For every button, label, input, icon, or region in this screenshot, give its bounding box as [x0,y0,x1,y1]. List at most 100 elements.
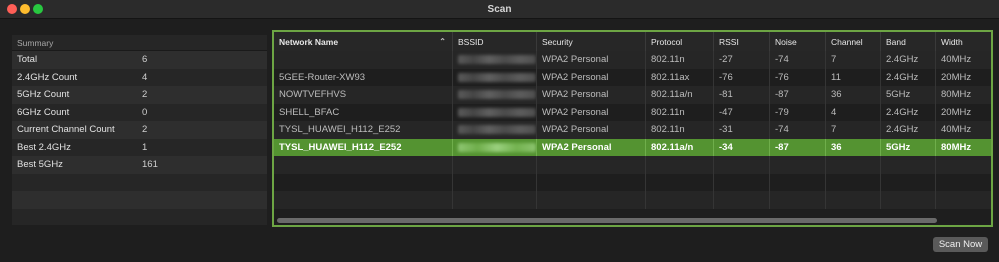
table-row-empty [274,191,991,209]
cell-rssi: -31 [714,121,770,139]
cell-protocol: 802.11n [646,51,714,69]
cell-channel [826,191,881,209]
column-header-security[interactable]: Security [537,32,646,52]
cell-network-name [274,156,453,174]
cell-protocol [646,173,714,191]
summary-label: Current Channel Count [17,124,115,135]
cell-bssid [453,138,537,156]
table-row[interactable]: TYSL_HUAWEI_H112_E252 WPA2 Personal 802.11… [274,121,991,139]
cell-security [537,191,646,209]
column-header-network-name[interactable]: Network Name ⌃ [274,32,453,52]
cell-noise [770,173,826,191]
summary-row-empty [12,209,267,227]
summary-label: Best 2.4GHz [17,141,71,153]
cell-protocol: 802.11n [646,121,714,139]
cell-rssi [714,173,770,191]
redacted-bssid [458,72,536,82]
cell-rssi [714,156,770,174]
summary-panel: Summary Total 6 2.4GHz Count 4 5GHz Coun… [12,35,267,225]
table-header: Network Name ⌃ BSSID Security Protocol R… [274,32,991,52]
cell-band: 5GHz [881,138,936,156]
cell-network-name: TYSL_HUAWEI_H112_E252 [274,138,453,156]
cell-network-name: NOWTVEFHVS [274,86,453,104]
cell-channel: 11 [826,68,881,86]
summary-value: 6 [142,54,148,65]
cell-bssid [453,121,537,139]
cell-security [537,173,646,191]
cell-rssi: -34 [714,138,770,156]
cell-channel [826,156,881,174]
table-row[interactable]: SHELL_BFAC WPA2 Personal 802.11n -47 -79 4 2.4… [274,103,991,121]
column-header-band[interactable]: Band [881,32,936,52]
cell-channel: 7 [826,51,881,69]
window-title: Scan [487,4,512,15]
summary-header: Summary [12,35,267,51]
table-row[interactable]: 5GEE-Router-XW93 WPA2 Personal 802.11ax -76… [274,68,991,87]
cell-security: WPA2 Personal [537,51,646,69]
redacted-bssid [458,55,536,64]
cell-noise [770,191,826,209]
column-header-bssid[interactable]: BSSID [453,32,537,52]
summary-label: 5GHz Count [17,89,70,100]
summary-label: Best 5GHz [17,159,63,170]
summary-row: 5GHz Count 2 [12,86,267,104]
column-header-channel[interactable]: Channel [826,32,881,52]
cell-network-name: TYSL_HUAWEI_H112_E252 [274,121,453,139]
cell-band: 2.4GHz [881,121,936,139]
summary-value: 2 [142,124,148,135]
summary-row: Best 2.4GHz 1 [12,139,267,157]
cell-width [936,156,991,174]
cell-band: 2.4GHz [881,51,936,69]
cell-network-name [274,191,453,209]
cell-protocol [646,191,714,209]
summary-value: 161 [142,159,158,170]
cell-noise: -87 [770,138,826,156]
column-header-width[interactable]: Width [936,32,991,52]
horizontal-scrollbar[interactable] [277,218,937,223]
cell-band [881,173,936,191]
network-table[interactable]: Network Name ⌃ BSSID Security Protocol R… [272,30,993,227]
cell-noise: -74 [770,51,826,69]
summary-value: 0 [142,106,148,118]
summary-row-empty [12,174,267,192]
summary-row: Total 6 [12,51,267,69]
cell-bssid [453,68,537,86]
cell-bssid [453,86,537,104]
cell-width: 80MHz [936,86,991,104]
cell-rssi: -47 [714,103,770,121]
cell-width: 20MHz [936,69,991,87]
summary-value: 1 [142,141,148,153]
cell-network-name: 5GEE-Router-XW93 [274,68,453,86]
cell-noise: -79 [770,103,826,121]
column-header-rssi[interactable]: RSSI [714,32,770,52]
chevron-up-icon: ⌃ [439,37,446,46]
cell-channel: 36 [826,86,881,104]
cell-noise [770,156,826,174]
cell-network-name [274,173,453,191]
scan-now-button[interactable]: Scan Now [933,237,988,252]
summary-label: 2.4GHz Count [17,71,78,83]
cell-width [936,174,991,192]
cell-band: 5GHz [881,86,936,104]
column-header-protocol[interactable]: Protocol [646,32,714,52]
cell-channel [826,173,881,191]
cell-security: WPA2 Personal [537,121,646,139]
cell-bssid [453,191,537,209]
redacted-bssid [458,107,536,117]
cell-bssid [453,173,537,191]
table-row[interactable]: WPA2 Personal 802.11n -27 -74 7 2.4GHz 40MHz [274,51,991,69]
table-row-selected[interactable]: TYSL_HUAWEI_H112_E252 WPA2 Personal 802.11… [274,138,991,156]
title-bar: Scan [0,0,999,19]
summary-row: Best 5GHz 161 [12,156,267,174]
table-row-empty [274,173,991,192]
redacted-bssid [458,90,536,99]
cell-security: WPA2 Personal [537,103,646,121]
summary-label: 6GHz Count [17,106,70,118]
cell-rssi: -27 [714,51,770,69]
cell-protocol: 802.11ax [646,68,714,86]
summary-value: 2 [142,89,148,100]
column-header-noise[interactable]: Noise [770,32,826,52]
summary-row: 6GHz Count 0 [12,104,267,122]
table-row[interactable]: NOWTVEFHVS WPA2 Personal 802.11a/n -81 -87 36… [274,86,991,104]
cell-protocol: 802.11a/n [646,138,714,156]
